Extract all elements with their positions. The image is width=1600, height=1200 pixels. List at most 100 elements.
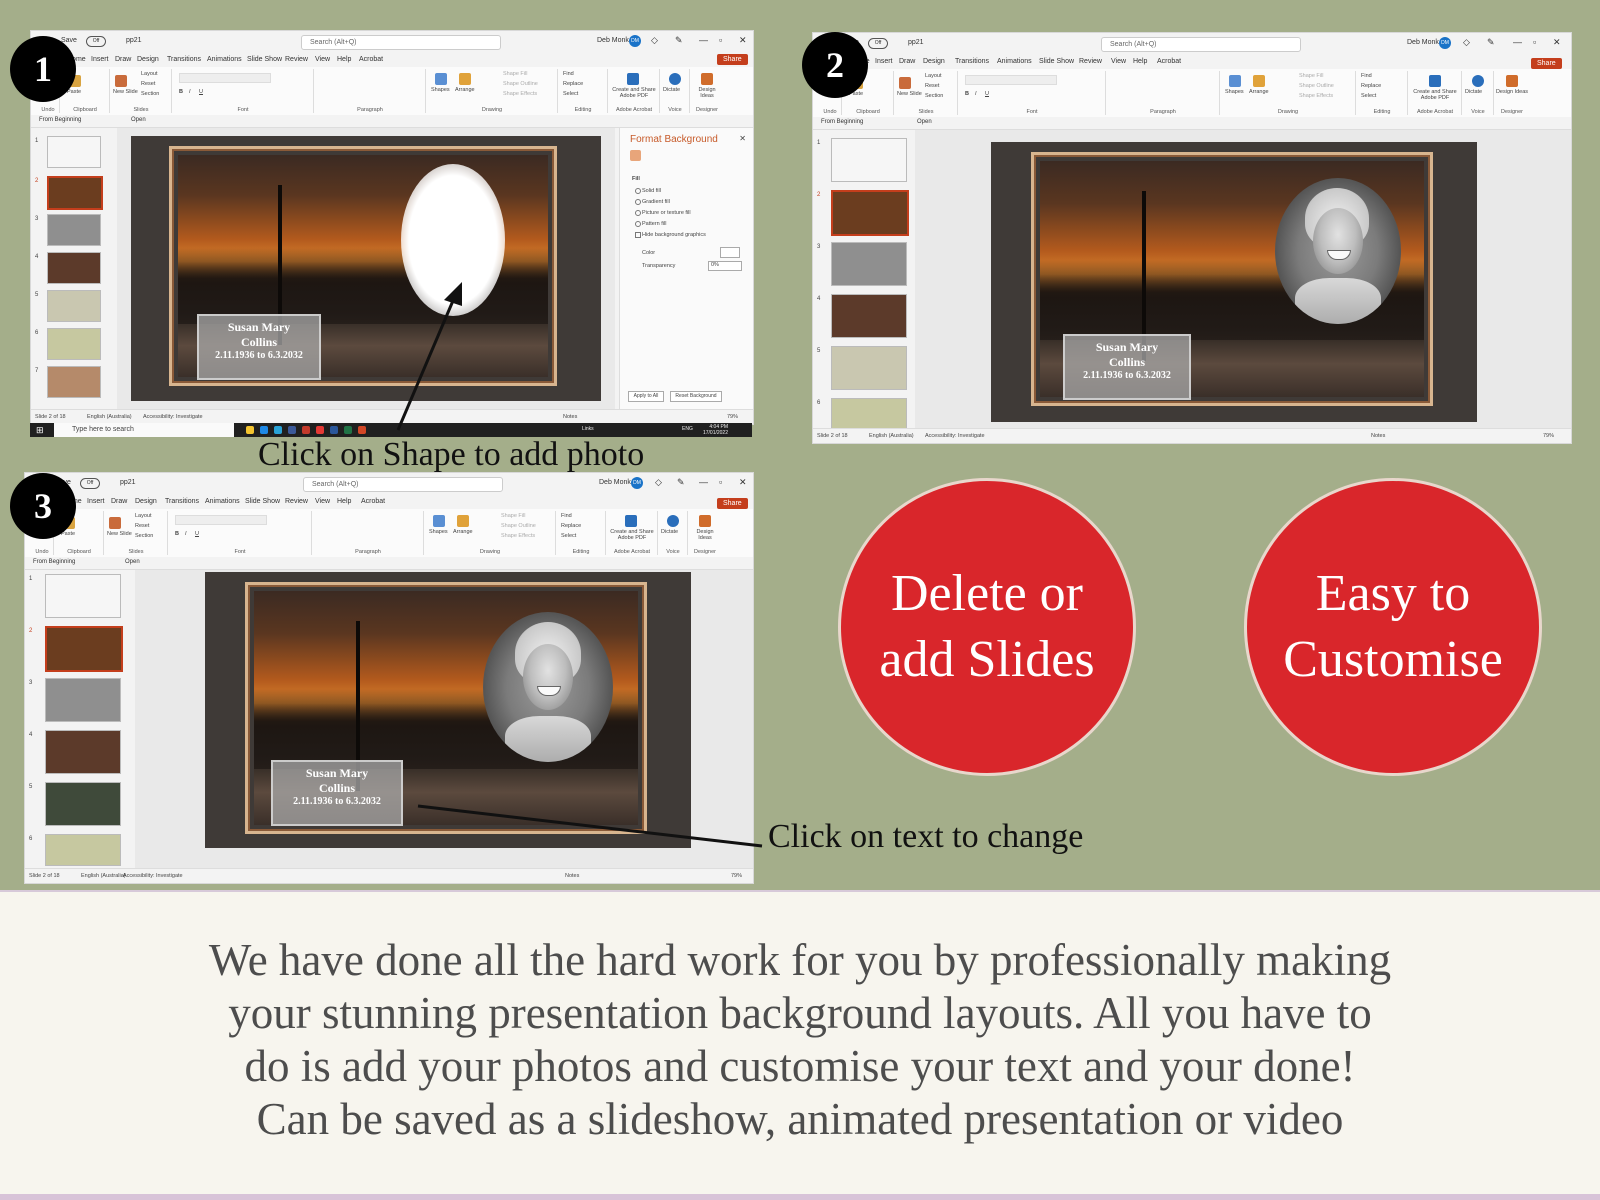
search-box[interactable]: Search (Alt+Q) bbox=[1101, 37, 1301, 52]
slide-thumbnail[interactable] bbox=[45, 782, 121, 826]
fill-bucket-icon[interactable] bbox=[630, 150, 641, 161]
diamond-icon[interactable]: ◇ bbox=[655, 477, 662, 488]
bold-icon[interactable]: B bbox=[965, 91, 969, 97]
excel-icon[interactable] bbox=[344, 426, 352, 434]
pen-icon[interactable]: ✎ bbox=[675, 35, 683, 46]
tab-insert[interactable]: Insert bbox=[91, 56, 109, 63]
tab-slide-show[interactable]: Slide Show bbox=[245, 498, 280, 505]
windows-start-icon[interactable]: ⊞ bbox=[36, 425, 44, 436]
solid-fill-option[interactable]: Solid fill bbox=[635, 188, 661, 194]
close-icon[interactable]: ✕ bbox=[739, 35, 747, 46]
shapes-icon[interactable] bbox=[435, 73, 447, 85]
facebook-icon[interactable] bbox=[288, 426, 296, 434]
slide[interactable]: Susan Mary Collins 2.11.1936 to 6.3.2032 bbox=[131, 136, 601, 401]
share-button[interactable]: Share bbox=[1531, 58, 1562, 69]
tab-view[interactable]: View bbox=[315, 498, 330, 505]
slide-thumbnail[interactable] bbox=[831, 242, 907, 286]
from-beginning-button[interactable]: From Beginning bbox=[39, 117, 81, 123]
font-name-box[interactable] bbox=[179, 73, 271, 83]
underline-icon[interactable]: U bbox=[195, 531, 199, 537]
open-button[interactable]: Open bbox=[917, 119, 932, 125]
tab-review[interactable]: Review bbox=[285, 498, 308, 505]
font-name-box[interactable] bbox=[175, 515, 267, 525]
apply-to-all-button[interactable]: Apply to All bbox=[628, 391, 664, 402]
tab-review[interactable]: Review bbox=[1079, 58, 1102, 65]
pdf-icon[interactable] bbox=[1429, 75, 1441, 87]
name-text-box[interactable]: Susan Mary Collins 2.11.1936 to 6.3.2032 bbox=[1063, 334, 1191, 400]
minimize-icon[interactable]: — bbox=[699, 477, 708, 487]
slide-thumbnail[interactable] bbox=[831, 398, 907, 430]
tab-animations[interactable]: Animations bbox=[997, 58, 1032, 65]
search-box[interactable]: Search (Alt+Q) bbox=[301, 35, 501, 50]
bold-icon[interactable]: B bbox=[179, 89, 183, 95]
shapes-icon[interactable] bbox=[433, 515, 445, 527]
avatar[interactable]: DM bbox=[629, 35, 641, 47]
tab-review[interactable]: Review bbox=[285, 56, 308, 63]
slide[interactable]: Susan Mary Collins 2.11.1936 to 6.3.2032 bbox=[991, 142, 1477, 422]
shapes-icon[interactable] bbox=[1229, 75, 1241, 87]
slide-thumbnail[interactable] bbox=[47, 214, 101, 246]
minimize-icon[interactable]: — bbox=[1513, 37, 1522, 47]
links-label[interactable]: Links bbox=[582, 426, 594, 432]
slide-thumbnail[interactable] bbox=[47, 290, 101, 322]
tab-design[interactable]: Design bbox=[137, 56, 159, 63]
underline-icon[interactable]: U bbox=[985, 91, 989, 97]
slide-thumbnail[interactable] bbox=[47, 176, 103, 210]
pen-icon[interactable]: ✎ bbox=[677, 477, 685, 488]
tab-help[interactable]: Help bbox=[337, 56, 351, 63]
powerpoint-icon[interactable] bbox=[358, 426, 366, 434]
slide-thumbnail[interactable] bbox=[831, 346, 907, 390]
slide-thumbnail[interactable] bbox=[47, 252, 101, 284]
color-picker[interactable] bbox=[720, 247, 740, 258]
tab-draw[interactable]: Draw bbox=[115, 56, 131, 63]
minimize-icon[interactable]: — bbox=[699, 35, 708, 45]
tab-view[interactable]: View bbox=[1111, 58, 1126, 65]
from-beginning-button[interactable]: From Beginning bbox=[821, 119, 863, 125]
pdf-icon[interactable] bbox=[627, 73, 639, 85]
reset-background-button[interactable]: Reset Background bbox=[670, 391, 722, 402]
slide-thumbnail[interactable] bbox=[45, 678, 121, 722]
arrange-icon[interactable] bbox=[459, 73, 471, 85]
microphone-icon[interactable] bbox=[1472, 75, 1484, 87]
slide-thumbnail[interactable] bbox=[831, 190, 909, 236]
gradient-fill-option[interactable]: Gradient fill bbox=[635, 199, 670, 205]
slide-thumbnail[interactable] bbox=[45, 730, 121, 774]
taskbar-search[interactable]: Type here to search bbox=[54, 423, 234, 437]
tab-draw[interactable]: Draw bbox=[111, 498, 127, 505]
autosave-toggle[interactable]: Off bbox=[868, 38, 888, 49]
from-beginning-button[interactable]: From Beginning bbox=[33, 559, 75, 565]
photo-placeholder-shape[interactable] bbox=[401, 164, 505, 316]
arrange-icon[interactable] bbox=[1253, 75, 1265, 87]
tab-help[interactable]: Help bbox=[1133, 58, 1147, 65]
font-name-box[interactable] bbox=[965, 75, 1057, 85]
fill-section-label[interactable]: Fill bbox=[632, 176, 640, 182]
tab-transitions[interactable]: Transitions bbox=[167, 56, 201, 63]
search-box[interactable]: Search (Alt+Q) bbox=[303, 477, 503, 492]
italic-icon[interactable]: I bbox=[185, 531, 187, 537]
slide-thumbnail[interactable] bbox=[45, 574, 121, 618]
slide-thumbnail[interactable] bbox=[831, 138, 907, 182]
maximize-icon[interactable]: ▫ bbox=[719, 35, 722, 45]
tab-view[interactable]: View bbox=[315, 56, 330, 63]
slide-thumbnail[interactable] bbox=[47, 366, 101, 398]
share-button[interactable]: Share bbox=[717, 498, 748, 509]
slide-thumbnail[interactable] bbox=[47, 328, 101, 360]
slide-thumbnail[interactable] bbox=[831, 294, 907, 338]
app-icon[interactable] bbox=[302, 426, 310, 434]
edge-icon[interactable] bbox=[260, 426, 268, 434]
autosave-toggle[interactable]: Off bbox=[80, 478, 100, 489]
bold-icon[interactable]: B bbox=[175, 531, 179, 537]
tab-transitions[interactable]: Transitions bbox=[955, 58, 989, 65]
picture-fill-option[interactable]: Picture or texture fill bbox=[635, 210, 691, 216]
tab-design[interactable]: Design bbox=[135, 498, 157, 505]
italic-icon[interactable]: I bbox=[975, 91, 977, 97]
avatar[interactable]: DM bbox=[1439, 37, 1451, 49]
slide-thumbnail[interactable] bbox=[45, 834, 121, 866]
word-icon[interactable] bbox=[330, 426, 338, 434]
tab-acrobat[interactable]: Acrobat bbox=[359, 56, 383, 63]
slide-thumbnail[interactable] bbox=[45, 626, 123, 672]
autosave-toggle[interactable]: Off bbox=[86, 36, 106, 47]
file-explorer-icon[interactable] bbox=[246, 426, 254, 434]
taskbar-clock[interactable]: 4:04 PM 17/01/2022 bbox=[703, 424, 728, 436]
app-icon[interactable] bbox=[274, 426, 282, 434]
